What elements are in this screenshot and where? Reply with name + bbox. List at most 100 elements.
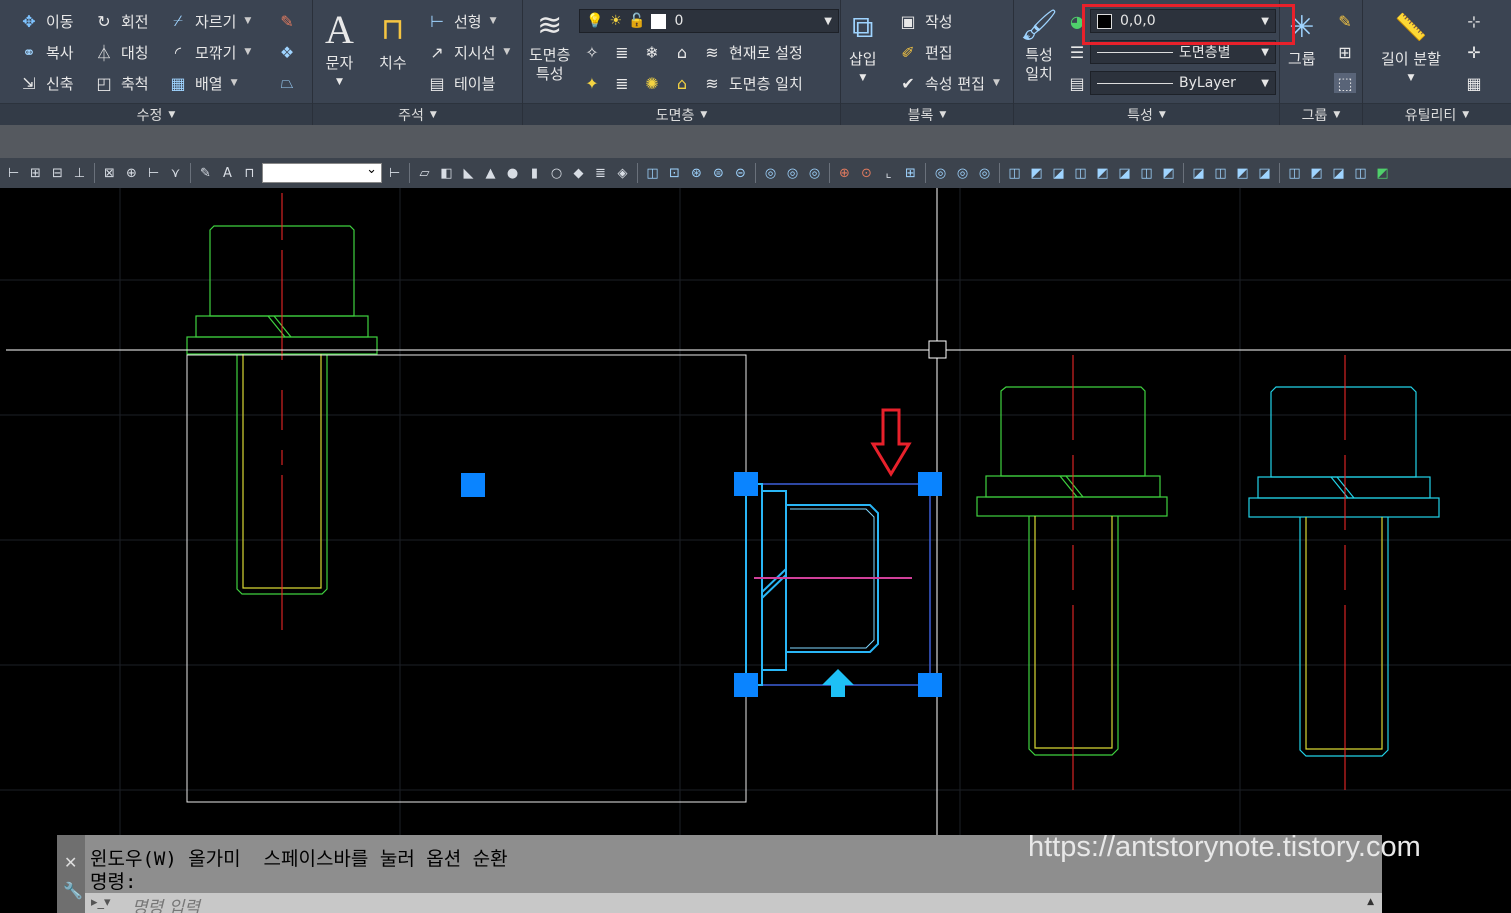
layer-tool-2[interactable]: ≣ bbox=[611, 40, 633, 64]
box-icon[interactable]: ▱ bbox=[415, 164, 434, 183]
planar-icon[interactable]: ◈ bbox=[613, 164, 632, 183]
quick-select-button[interactable]: ⊹ bbox=[1463, 9, 1485, 33]
selection-grip-bottom-right[interactable] bbox=[918, 673, 942, 697]
edit-solid-6-icon[interactable]: ◪ bbox=[1115, 164, 1134, 183]
dim-ordinate-icon[interactable]: ⊥ bbox=[70, 164, 89, 183]
selection-grip-bottom-left[interactable] bbox=[734, 673, 758, 697]
command-prompt-icon[interactable]: ▸_▾ bbox=[91, 895, 111, 910]
edit-solid-12-icon[interactable]: ◪ bbox=[1255, 164, 1274, 183]
mirror-button[interactable]: ⏃ 대칭 bbox=[93, 40, 149, 64]
trim-button[interactable]: ⌿ 자르기 ▼ bbox=[167, 9, 251, 33]
layer-properties-button[interactable]: ≋ 도면층 특성 bbox=[529, 6, 570, 84]
lineweight-dropdown[interactable]: ByLayer ▼ bbox=[1090, 71, 1276, 95]
cylinder-icon[interactable]: ▮ bbox=[525, 164, 544, 183]
edit-solid-10-icon[interactable]: ◫ bbox=[1211, 164, 1230, 183]
bolt-rotated-selected[interactable] bbox=[745, 483, 931, 686]
edit-solid-5-icon[interactable]: ◩ bbox=[1093, 164, 1112, 183]
edit-solid-1-icon[interactable]: ◫ bbox=[1005, 164, 1024, 183]
explode-button[interactable]: ❖ bbox=[276, 40, 298, 64]
drawing-canvas[interactable] bbox=[0, 188, 1511, 913]
offset-button[interactable]: ⏢ bbox=[276, 71, 298, 95]
edit-face-1-icon[interactable]: ◎ bbox=[931, 164, 950, 183]
solid-tool-3-icon[interactable]: ⊛ bbox=[687, 164, 706, 183]
dim-baseline-icon[interactable]: ⊞ bbox=[26, 164, 45, 183]
dim-update-icon[interactable]: ⊓ bbox=[240, 164, 259, 183]
solid-tool-5-icon[interactable]: ⊝ bbox=[731, 164, 750, 183]
edit-solid-17-icon[interactable]: ◩ bbox=[1373, 164, 1392, 183]
move-button[interactable]: ✥ 이동 bbox=[18, 9, 73, 33]
view-tool-4-icon[interactable]: ⊞ bbox=[901, 164, 920, 183]
union-icon[interactable]: ◎ bbox=[761, 164, 780, 183]
dim-jog-icon[interactable]: ⋎ bbox=[166, 164, 185, 183]
modify-panel-title[interactable]: 수정 ▼ bbox=[0, 103, 312, 125]
block-panel-title[interactable]: 블록 ▼ bbox=[841, 103, 1013, 125]
flip-grip-arrow[interactable] bbox=[822, 669, 854, 697]
solid-tool-1-icon[interactable]: ◫ bbox=[643, 164, 662, 183]
dim-inspect-icon[interactable]: ⊢ bbox=[144, 164, 163, 183]
group-select-button[interactable]: ⬚ bbox=[1334, 71, 1356, 95]
insert-button[interactable]: ⧉ 삽입 ▼ bbox=[849, 6, 877, 88]
stretch-button[interactable]: ⇲ 신축 bbox=[18, 71, 73, 95]
dim-center-icon[interactable]: ⊕ bbox=[122, 164, 141, 183]
groups-panel-title[interactable]: 그룹 ▼ bbox=[1280, 103, 1362, 125]
edit-solid-11-icon[interactable]: ◩ bbox=[1233, 164, 1252, 183]
view-tool-1-icon[interactable]: ⊕ bbox=[835, 164, 854, 183]
solid-tool-4-icon[interactable]: ⊜ bbox=[709, 164, 728, 183]
scale-button[interactable]: ◰ 축척 bbox=[93, 71, 148, 95]
sphere-icon[interactable]: ● bbox=[503, 164, 522, 183]
dim-style-icon[interactable]: ⊢ bbox=[385, 164, 404, 183]
torus-icon[interactable]: ○ bbox=[547, 164, 566, 183]
intersect-icon[interactable]: ◎ bbox=[805, 164, 824, 183]
cone-icon[interactable]: ▲ bbox=[481, 164, 500, 183]
linear-dimension-button[interactable]: ⊢ 선형 ▼ bbox=[426, 9, 497, 33]
measure-button[interactable]: 📏 길이 분할 ▼ bbox=[1381, 6, 1441, 88]
edit-attributes-button[interactable]: ✔ 속성 편집 ▼ bbox=[897, 71, 1000, 95]
layer-tool-7[interactable]: ✺ bbox=[641, 71, 663, 95]
edit-solid-9-icon[interactable]: ◪ bbox=[1189, 164, 1208, 183]
dimension-button[interactable]: ⊓ 치수 bbox=[379, 6, 407, 73]
wrench-icon[interactable]: 🔧 bbox=[63, 881, 83, 900]
dim-text-edit-icon[interactable]: A bbox=[218, 164, 237, 183]
cube-icon[interactable]: ◧ bbox=[437, 164, 456, 183]
edit-face-2-icon[interactable]: ◎ bbox=[953, 164, 972, 183]
properties-panel-title[interactable]: 특성 ▼ bbox=[1014, 103, 1279, 125]
edit-solid-14-icon[interactable]: ◩ bbox=[1307, 164, 1326, 183]
edit-solid-16-icon[interactable]: ◫ bbox=[1351, 164, 1370, 183]
create-block-button[interactable]: ▣ 작성 bbox=[897, 9, 952, 33]
dim-linear-icon[interactable]: ⊢ bbox=[4, 164, 23, 183]
leader-button[interactable]: ↗ 지시선 ▼ bbox=[426, 40, 510, 64]
pyramid-icon[interactable]: ◆ bbox=[569, 164, 588, 183]
solid-tool-2-icon[interactable]: ⊡ bbox=[665, 164, 684, 183]
layers-panel-title[interactable]: 도면층 ▼ bbox=[523, 103, 840, 125]
bolt-far-right[interactable] bbox=[1248, 386, 1440, 757]
edit-face-3-icon[interactable]: ◎ bbox=[975, 164, 994, 183]
set-current-button[interactable]: ≋ 현재로 설정 bbox=[701, 40, 802, 64]
layer-tool-1[interactable]: ✧ bbox=[581, 40, 603, 64]
view-tool-2-icon[interactable]: ⊙ bbox=[857, 164, 876, 183]
point-button[interactable]: ✛ bbox=[1463, 40, 1485, 64]
dim-style-dropdown[interactable] bbox=[262, 162, 382, 183]
copy-button[interactable]: ⚭ 복사 bbox=[18, 40, 73, 64]
command-input[interactable]: ▸_▾ bbox=[85, 893, 1382, 913]
selection-grip-center[interactable] bbox=[461, 473, 485, 497]
edit-solid-8-icon[interactable]: ◩ bbox=[1159, 164, 1178, 183]
dim-continue-icon[interactable]: ⊟ bbox=[48, 164, 67, 183]
utilities-panel-title[interactable]: 유틸리티 ▼ bbox=[1363, 103, 1511, 125]
dim-edit-icon[interactable]: ✎ bbox=[196, 164, 215, 183]
selection-grip-top-right[interactable] bbox=[918, 472, 942, 496]
bolt-middle-right[interactable] bbox=[976, 386, 1168, 756]
scroll-up-icon[interactable]: ▲ bbox=[1367, 897, 1374, 907]
layer-tool-8[interactable]: ⌂ bbox=[671, 71, 693, 95]
calculator-button[interactable]: ▦ bbox=[1463, 71, 1485, 95]
layer-dropdown[interactable]: 💡 ☀ 🔓 0 ▼ bbox=[579, 9, 839, 33]
close-icon[interactable]: ✕ bbox=[64, 853, 77, 872]
selection-grip-top-left[interactable] bbox=[734, 472, 758, 496]
match-properties-button[interactable]: 🖌 특성 일치 bbox=[1020, 6, 1058, 84]
ungroup-button[interactable]: ✎ bbox=[1334, 9, 1356, 33]
fillet-button[interactable]: ◜ 모깎기 ▼ bbox=[167, 40, 251, 64]
layer-tool-3[interactable]: ❄ bbox=[641, 40, 663, 64]
edit-block-button[interactable]: ✐ 편집 bbox=[897, 40, 952, 64]
subtract-icon[interactable]: ◎ bbox=[783, 164, 802, 183]
wedge-icon[interactable]: ◣ bbox=[459, 164, 478, 183]
layer-tool-6[interactable]: ≣ bbox=[611, 71, 633, 95]
